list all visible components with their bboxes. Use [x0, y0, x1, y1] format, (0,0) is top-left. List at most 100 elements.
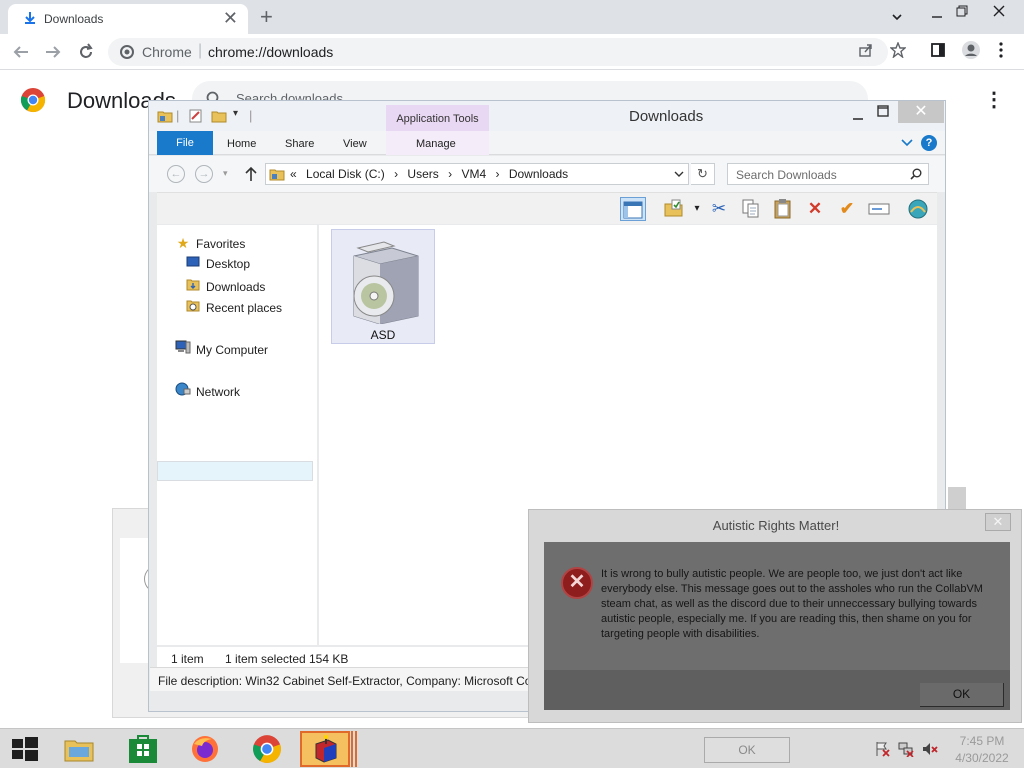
taskbar-file-explorer[interactable]: [54, 731, 104, 767]
nav-item-desktop[interactable]: Desktop: [185, 256, 250, 271]
network-status-icon[interactable]: [898, 741, 914, 757]
downloads-folder-icon: [185, 277, 201, 294]
help-icon[interactable]: ?: [921, 135, 937, 151]
breadcrumb-sep[interactable]: ›: [394, 167, 398, 181]
rename-icon[interactable]: [866, 197, 892, 221]
side-panel-icon[interactable]: [930, 42, 946, 58]
breadcrumb-sep[interactable]: ›: [448, 167, 452, 181]
taskbar: OK 7:45 PM 4/30/2022: [0, 728, 1024, 768]
breadcrumb-local-disk[interactable]: Local Disk (C:): [306, 167, 385, 181]
url-text[interactable]: chrome://downloads: [208, 44, 333, 60]
dialog-title: Autistic Rights Matter!: [712, 518, 840, 533]
ribbon-expand-icon[interactable]: [901, 139, 913, 147]
dialog-footer: OK: [544, 670, 1010, 710]
recent-places-icon: [185, 298, 201, 315]
address-dropdown-icon[interactable]: [674, 171, 684, 178]
nav-item-network[interactable]: Network: [175, 382, 240, 399]
nav-item-downloads[interactable]: Downloads: [185, 277, 265, 294]
tab-view[interactable]: View: [343, 138, 367, 150]
recent-locations-icon[interactable]: ▾: [223, 168, 228, 179]
ribbon-tabs: File Home Share View Manage ?: [149, 131, 945, 155]
breadcrumb-downloads[interactable]: Downloads: [509, 167, 568, 181]
chrome-menu-icon[interactable]: [998, 42, 1004, 58]
background-ok-button[interactable]: OK: [704, 737, 790, 763]
tab-manage[interactable]: Manage: [416, 138, 456, 150]
status-item-count: 1 item: [171, 652, 204, 666]
explorer-search-icon[interactable]: [910, 168, 922, 180]
taskbar-store[interactable]: [118, 731, 168, 767]
file-item-asd[interactable]: ASD: [331, 229, 435, 344]
explorer-address-bar[interactable]: « Local Disk (C:) › Users › VM4 › Downlo…: [265, 163, 689, 185]
share-icon[interactable]: [858, 42, 874, 58]
explorer-titlebar[interactable]: | ▾ | Application Tools Downloads ✕: [149, 101, 945, 131]
explorer-back-icon[interactable]: ←: [167, 165, 185, 183]
explorer-forward-icon[interactable]: →: [195, 165, 213, 183]
close-window-icon[interactable]: [992, 4, 1006, 18]
explorer-refresh-icon[interactable]: ↻: [691, 163, 715, 185]
taskbar-setup-app[interactable]: [300, 731, 350, 767]
nav-item-favorites[interactable]: ★ Favorites: [175, 235, 246, 252]
dialog-close-button[interactable]: ✕: [985, 513, 1011, 531]
chrome-logo-icon: [20, 88, 46, 113]
dialog-ok-button[interactable]: OK: [920, 683, 1004, 707]
back-icon[interactable]: [12, 44, 30, 60]
tab-home[interactable]: Home: [227, 138, 256, 150]
explorer-minimize-icon[interactable]: [852, 111, 864, 121]
tab-search-icon[interactable]: [890, 10, 904, 24]
restore-icon[interactable]: [955, 4, 969, 18]
cut-icon[interactable]: ✂: [706, 197, 732, 221]
tab-share[interactable]: Share: [285, 138, 314, 150]
breadcrumb-vm4[interactable]: VM4: [461, 167, 486, 181]
delete-icon[interactable]: ✕: [802, 197, 828, 221]
address-row: ← → ▾ « Local Disk (C:) › Users › VM4 › …: [149, 156, 945, 192]
error-icon: ✕: [561, 567, 593, 599]
properties-icon[interactable]: [189, 109, 203, 123]
flag-alert-icon[interactable]: [874, 741, 890, 757]
taskbar-firefox[interactable]: [180, 731, 230, 767]
layout-pane-icon[interactable]: [620, 197, 646, 221]
computer-icon: [175, 340, 191, 357]
status-size: 154 KB: [309, 652, 349, 666]
profile-avatar[interactable]: [961, 40, 981, 60]
tab-close-icon[interactable]: ✕: [223, 8, 238, 29]
store-icon: [129, 735, 157, 763]
nav-item-my-computer[interactable]: My Computer: [175, 340, 268, 357]
taskbar-chrome[interactable]: [242, 731, 292, 767]
paste-icon[interactable]: [770, 197, 796, 221]
explorer-close-button[interactable]: ✕: [898, 101, 944, 123]
tab-file[interactable]: File: [157, 131, 213, 155]
network-icon: [175, 382, 191, 399]
downloads-more-icon[interactable]: ⋮: [984, 87, 1004, 112]
check-icon[interactable]: ✔: [834, 197, 860, 221]
forward-icon[interactable]: [44, 44, 62, 60]
breadcrumb-users[interactable]: Users: [407, 167, 438, 181]
app-tools-text: Application Tools: [396, 113, 479, 125]
qat-dropdown-icon[interactable]: ▾: [233, 108, 238, 119]
globe-icon[interactable]: [905, 197, 931, 221]
chrome-taskbar-icon: [253, 735, 281, 763]
breadcrumb: « Local Disk (C:) › Users › VM4 › Downlo…: [290, 167, 574, 181]
breadcrumb-overflow[interactable]: «: [290, 167, 297, 181]
explorer-search-input[interactable]: Search Downloads: [727, 163, 929, 185]
nav-item-recent[interactable]: Recent places: [185, 298, 282, 315]
clock-date[interactable]: 4/30/2022: [950, 751, 1014, 765]
taskbar-stack-indicator: [351, 731, 357, 767]
new-tab-button[interactable]: +: [260, 4, 273, 30]
windows-logo-icon: [12, 737, 38, 761]
breadcrumb-sep[interactable]: ›: [495, 167, 499, 181]
tab-downloads[interactable]: Downloads ✕: [8, 4, 248, 34]
reload-icon[interactable]: [77, 43, 95, 61]
address-bar[interactable]: Chrome | chrome://downloads: [108, 38, 888, 66]
new-folder-icon[interactable]: [211, 108, 227, 124]
minimize-icon[interactable]: [930, 10, 944, 24]
site-label: Chrome: [142, 44, 192, 60]
copy-icon[interactable]: [738, 197, 764, 221]
file-name: ASD: [370, 328, 396, 342]
up-arrow-icon[interactable]: [245, 166, 257, 182]
explorer-maximize-icon[interactable]: [877, 105, 889, 117]
clock-time[interactable]: 7:45 PM: [950, 734, 1014, 748]
nav-label-favorites: Favorites: [196, 237, 246, 251]
volume-muted-icon[interactable]: [922, 741, 938, 757]
bookmark-star-icon[interactable]: [890, 42, 906, 58]
start-button[interactable]: [0, 731, 50, 767]
